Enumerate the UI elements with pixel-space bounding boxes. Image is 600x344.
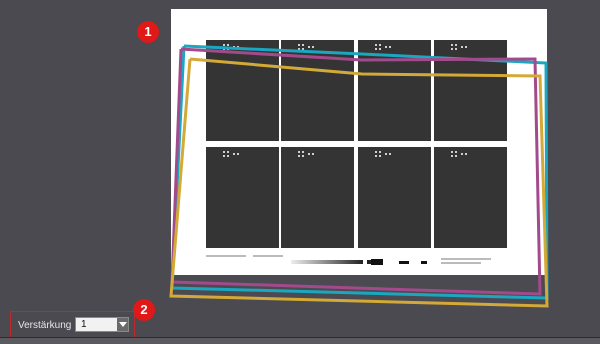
color-tile: [358, 147, 431, 248]
color-tile: [281, 40, 354, 141]
color-tile: [206, 147, 279, 248]
footer-line: [441, 258, 491, 260]
gray-wedge: [291, 260, 363, 264]
patch-dots: [451, 44, 475, 58]
footer-line: [253, 255, 283, 257]
chevron-down-icon: [119, 322, 127, 327]
patch-dots: [298, 44, 322, 58]
patch-dots: [223, 151, 247, 165]
patch-dots: [223, 44, 247, 58]
color-tile: [206, 40, 279, 141]
gain-control-highlight: Verstärkung 1: [10, 311, 135, 338]
scanned-page: [171, 9, 547, 275]
patch-dots: [375, 151, 399, 165]
marker-block: [421, 261, 427, 264]
patch-dots: [375, 44, 399, 58]
patch-dots: [451, 151, 475, 165]
marker-block: [399, 261, 409, 264]
logo-mark: [371, 259, 383, 265]
gain-select-value: 1: [81, 319, 87, 330]
footer-line: [206, 255, 246, 257]
color-tile: [434, 147, 507, 248]
footer-line: [441, 262, 481, 264]
color-tile: [281, 147, 354, 248]
color-tile: [434, 40, 507, 141]
preview-canvas: 1 2 Verstärkung 1: [0, 0, 600, 338]
dropdown-button[interactable]: [117, 318, 128, 331]
gain-label: Verstärkung: [18, 320, 72, 331]
callout-badge-2: 2: [133, 299, 155, 321]
color-tile: [358, 40, 431, 141]
gain-select[interactable]: 1: [75, 317, 129, 332]
patch-dots: [298, 151, 322, 165]
callout-badge-1: 1: [137, 21, 159, 43]
